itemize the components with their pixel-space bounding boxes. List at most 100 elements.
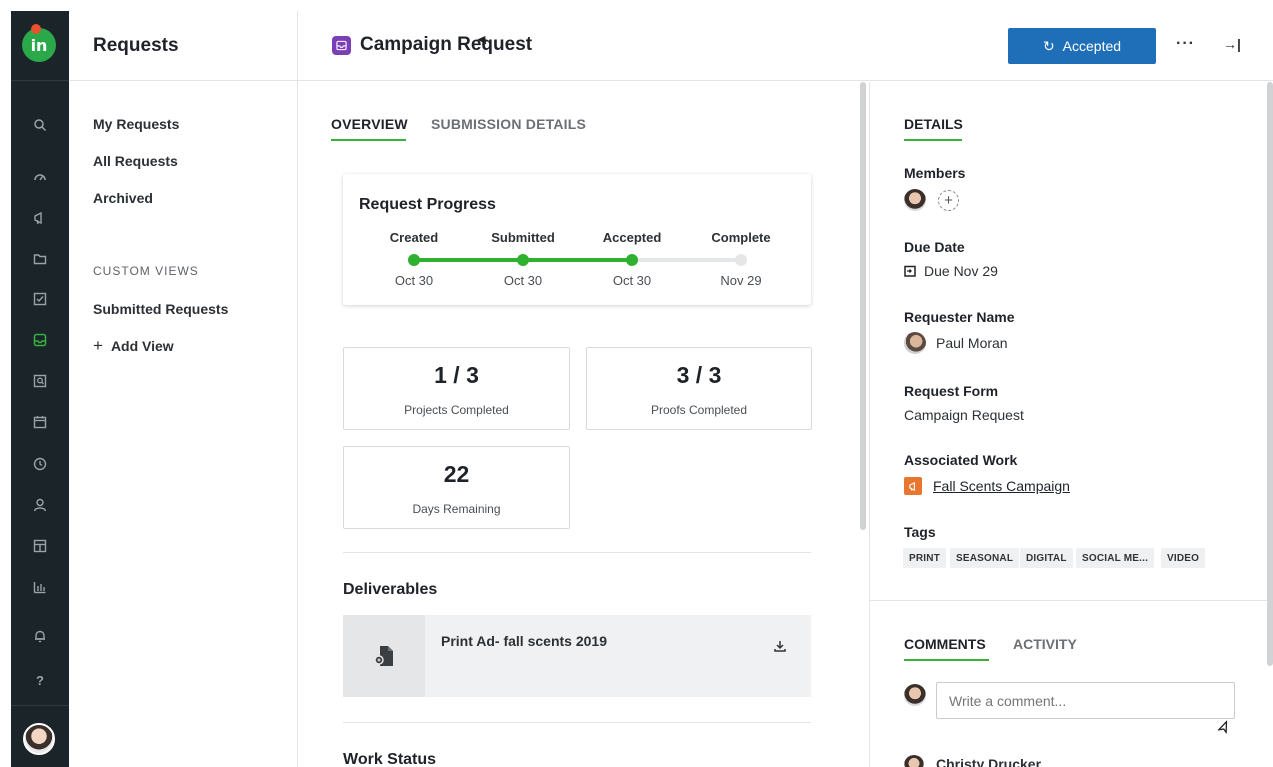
logo-dot <box>31 24 41 34</box>
step-date-created: Oct 30 <box>394 273 434 288</box>
request-type-icon <box>332 36 351 55</box>
layout-icon[interactable] <box>27 533 53 559</box>
section-divider <box>343 722 811 723</box>
app-window: in ? Requests My Requests All Requests A… <box>0 0 1273 767</box>
add-member-button[interactable]: + <box>938 190 959 211</box>
requester-label: Requester Name <box>904 309 1015 325</box>
status-label: Accepted <box>1062 38 1122 54</box>
tab-submission-details[interactable]: SUBMISSION DETAILS <box>431 116 586 132</box>
review-icon[interactable] <box>27 368 53 394</box>
step-dot-created <box>408 254 420 266</box>
sidebar-header: Requests <box>69 11 297 81</box>
tag-seasonal[interactable]: SEASONAL <box>950 548 1020 568</box>
dashboard-icon[interactable] <box>27 164 53 190</box>
step-dot-accepted <box>626 254 638 266</box>
step-dot-complete <box>735 254 747 266</box>
step-date-complete: Nov 29 <box>720 273 762 288</box>
request-form-label: Request Form <box>904 383 999 399</box>
sidebar-item-archived[interactable]: Archived <box>93 190 153 206</box>
deliverable-name[interactable]: Print Ad- fall scents 2019 <box>441 633 607 649</box>
request-progress-card: Request Progress Created Submitted Accep… <box>343 174 811 305</box>
main-content: OVERVIEW SUBMISSION DETAILS Request Prog… <box>298 82 869 767</box>
folder-icon[interactable] <box>27 246 53 272</box>
rail-bottom-divider <box>11 705 69 706</box>
details-panel: DETAILS Members + Due Date Due Nov 29 Re… <box>869 82 1273 767</box>
document-icon <box>343 615 425 697</box>
inbox-icon[interactable] <box>27 327 53 353</box>
step-label-created: Created <box>389 230 439 245</box>
more-options-icon[interactable]: ··· <box>1176 35 1195 53</box>
requester-name[interactable]: Paul Moran <box>936 335 1008 351</box>
stat-value: 1 / 3 <box>434 362 479 388</box>
add-view-label: Add View <box>110 338 174 354</box>
clock-icon[interactable] <box>27 451 53 477</box>
add-view-button[interactable]: + Add View <box>93 336 174 355</box>
step-date-accepted: Oct 30 <box>612 273 652 288</box>
rail-divider <box>11 80 69 81</box>
comment-input[interactable] <box>936 682 1235 719</box>
tag-social-media[interactable]: SOCIAL ME... <box>1076 548 1155 568</box>
deliverable-item[interactable]: Print Ad- fall scents 2019 <box>343 615 811 697</box>
commenter-avatar <box>904 684 926 706</box>
associated-work-link[interactable]: Fall Scents Campaign <box>933 478 1070 494</box>
person-icon[interactable] <box>27 492 53 518</box>
help-icon[interactable]: ? <box>27 667 53 693</box>
stat-value: 22 <box>443 461 470 487</box>
download-icon[interactable] <box>774 639 786 655</box>
work-status-heading: Work Status <box>343 751 437 767</box>
due-date-label: Due Date <box>904 239 965 255</box>
tab-comments[interactable]: COMMENTS <box>904 636 986 652</box>
stat-value: 3 / 3 <box>676 362 722 388</box>
sidebar-item-all-requests[interactable]: All Requests <box>93 153 178 169</box>
app-rail: in ? <box>11 11 69 767</box>
sidebar-item-submitted-requests[interactable]: Submitted Requests <box>93 301 228 317</box>
user-avatar[interactable] <box>23 723 55 755</box>
tab-activity[interactable]: ACTIVITY <box>1013 636 1077 652</box>
step-label-accepted: Accepted <box>602 230 662 245</box>
plus-icon: + <box>93 336 103 355</box>
send-icon[interactable] <box>1216 719 1232 738</box>
comment-author-name: Christy Drucker <box>936 756 1042 767</box>
details-tab-indicator <box>904 139 962 141</box>
top-strip <box>0 0 1273 11</box>
stat-projects-completed: 1 / 3 Projects Completed <box>343 347 570 430</box>
requests-sidebar: Requests My Requests All Requests Archiv… <box>69 11 298 767</box>
refresh-status-icon: ↻ <box>1042 37 1055 54</box>
collapse-panel-icon[interactable]: →| <box>1223 36 1241 52</box>
tab-overview[interactable]: OVERVIEW <box>331 116 408 132</box>
bell-icon[interactable] <box>27 623 53 649</box>
tag-video[interactable]: VIDEO <box>1161 548 1206 568</box>
custom-views-heading: CUSTOM VIEWS <box>93 264 199 278</box>
campaign-icon <box>904 477 922 495</box>
main-scrollbar[interactable] <box>860 82 866 530</box>
megaphone-icon[interactable] <box>27 205 53 231</box>
panel-scrollbar[interactable] <box>1267 82 1273 666</box>
status-button[interactable]: ↻ Accepted <box>1008 28 1156 64</box>
stat-label: Days Remaining <box>412 502 501 516</box>
tab-details[interactable]: DETAILS <box>904 116 963 132</box>
stat-label: Projects Completed <box>404 403 509 417</box>
search-icon[interactable] <box>27 112 53 138</box>
reports-icon[interactable] <box>27 574 53 600</box>
request-form-value: Campaign Request <box>904 407 1024 423</box>
logo-text: in <box>30 35 48 55</box>
checkbox-icon[interactable] <box>27 286 53 312</box>
calendar-due-icon <box>904 265 916 277</box>
tag-print[interactable]: PRINT <box>903 548 946 568</box>
requester-avatar <box>904 332 926 354</box>
step-date-submitted: Oct 30 <box>503 273 543 288</box>
section-divider <box>343 552 811 553</box>
sidebar-item-my-requests[interactable]: My Requests <box>93 116 179 132</box>
step-label-submitted: Submitted <box>491 230 555 245</box>
stat-label: Proofs Completed <box>650 403 748 417</box>
due-date-value[interactable]: Due Nov 29 <box>904 263 998 279</box>
active-tab-indicator <box>331 139 406 141</box>
app-logo[interactable]: in <box>22 24 56 62</box>
due-date-text: Due Nov 29 <box>924 263 998 279</box>
step-label-complete: Complete <box>711 230 771 245</box>
page-header: Campaign Request ↻ Accepted ··· →| <box>298 11 1273 81</box>
member-avatar[interactable] <box>904 189 926 211</box>
tag-digital[interactable]: DIGITAL <box>1020 548 1073 568</box>
calendar-icon[interactable] <box>27 409 53 435</box>
stat-days-remaining: 22 Days Remaining <box>343 446 570 529</box>
